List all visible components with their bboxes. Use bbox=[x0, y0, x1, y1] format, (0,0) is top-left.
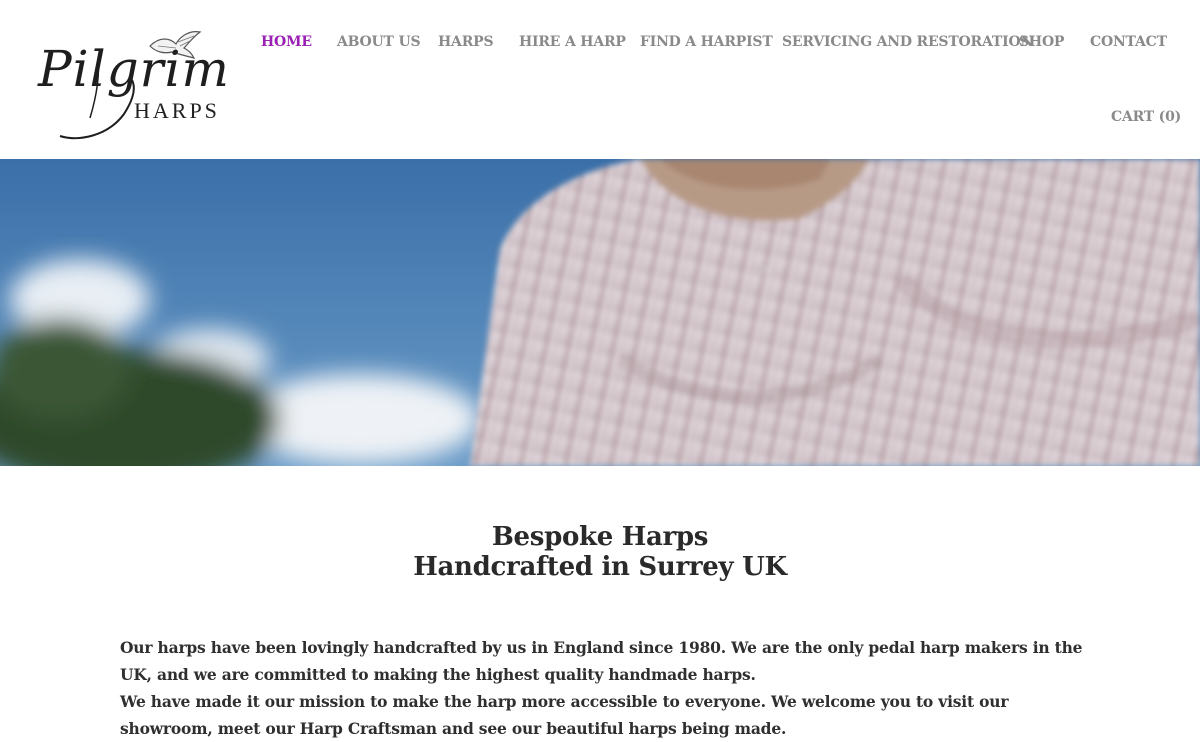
hero-image bbox=[0, 159, 1200, 466]
nav-item-find-a-harpist[interactable]: FIND A HARPIST bbox=[640, 34, 773, 50]
nav-item-hire-a-harp[interactable]: HIRE A HARP bbox=[519, 34, 626, 50]
cart-link[interactable]: CART (0) bbox=[1111, 109, 1181, 125]
nav-item-harps[interactable]: HARPS bbox=[438, 34, 494, 50]
nav-item-contact[interactable]: CONTACT bbox=[1090, 34, 1167, 50]
intro-paragraph-1: Our harps have been lovingly handcrafted… bbox=[120, 638, 1083, 684]
main-nav: HOME ABOUT US HARPS HIRE A HARP FIND A H… bbox=[0, 0, 1200, 159]
nav-item-shop[interactable]: SHOP bbox=[1019, 34, 1064, 50]
headline-line-2: Handcrafted in Surrey UK bbox=[413, 552, 787, 582]
nav-item-about-us[interactable]: ABOUT US bbox=[337, 34, 421, 50]
page-headline: Bespoke Harps Handcrafted in Surrey UK bbox=[0, 522, 1200, 582]
intro-text: Our harps have been lovingly handcrafted… bbox=[120, 634, 1100, 742]
nav-item-home[interactable]: HOME bbox=[261, 34, 312, 50]
headline-line-1: Bespoke Harps bbox=[491, 522, 709, 552]
site-header: Pilgrim HARPS HOME ABOUT US HARPS HIRE A… bbox=[0, 0, 1200, 159]
nav-item-servicing-and-restoration[interactable]: SERVICING AND RESTORATION bbox=[782, 34, 1033, 50]
main-content: Bespoke Harps Handcrafted in Surrey UK O… bbox=[0, 466, 1200, 740]
hero-photo-icon bbox=[0, 159, 1200, 466]
intro-paragraph-2: We have made it our mission to make the … bbox=[120, 692, 1009, 738]
